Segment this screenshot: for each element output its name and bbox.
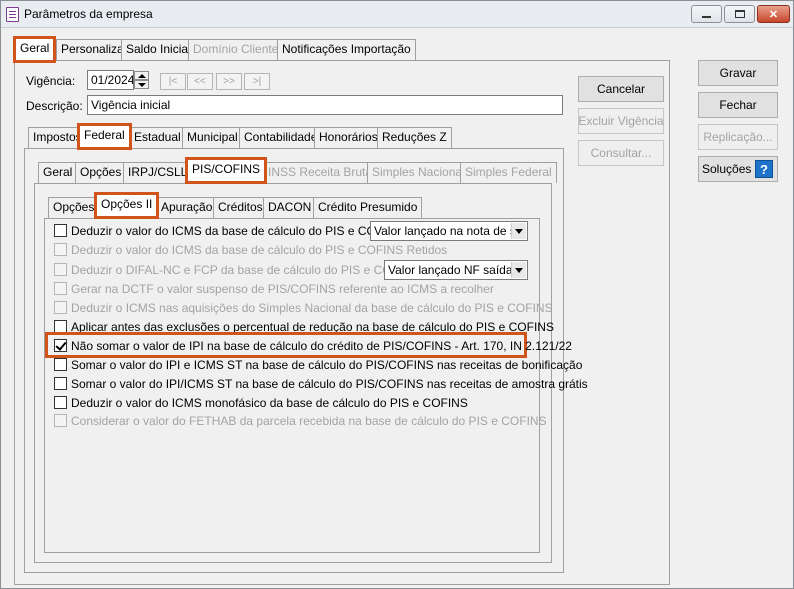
option-deduzir-difal[interactable]: Deduzir o DIFAL-NC e FCP da base de cálc…: [54, 261, 422, 278]
tab-impostos[interactable]: Impostos: [28, 127, 87, 148]
option-label: Considerar o valor do FETHAB da parcela …: [71, 413, 547, 428]
tab-apuracao[interactable]: Apuração: [156, 197, 218, 218]
deduzir-difal-select[interactable]: Valor lançado NF saída/d: [384, 260, 528, 280]
help-icon[interactable]: ?: [755, 160, 773, 178]
tab-geral[interactable]: Geral: [12, 36, 57, 63]
replicacao-button[interactable]: Replicação...: [698, 124, 778, 150]
tab-contabilidade[interactable]: Contabilidade: [239, 127, 323, 148]
chevron-down-icon: [511, 223, 526, 239]
deduzir-icms-select[interactable]: Valor lançado na nota de saí: [370, 221, 528, 241]
minimize-icon: [702, 16, 711, 18]
next-button[interactable]: >>: [216, 73, 242, 90]
checkbox[interactable]: [54, 243, 67, 256]
fechar-button[interactable]: Fechar: [698, 92, 778, 118]
cancelar-button[interactable]: Cancelar: [578, 76, 664, 102]
option-aplicar-reducao[interactable]: Aplicar antes das exclusões o percentual…: [54, 318, 554, 335]
option-somar-ipi-amostra[interactable]: Somar o valor do IPI/ICMS ST na base de …: [54, 375, 588, 392]
option-label: Somar o valor do IPI e ICMS ST na base d…: [71, 357, 583, 372]
gravar-button[interactable]: Gravar: [698, 60, 778, 86]
checkbox[interactable]: [54, 320, 67, 333]
tab-federal-geral[interactable]: Geral: [38, 162, 78, 183]
checkbox[interactable]: [54, 301, 67, 314]
tab-simples-federal[interactable]: Simples Federal: [460, 162, 557, 183]
select-value: Valor lançado NF saída/d: [388, 263, 523, 277]
option-somar-ipi-bonificacao[interactable]: Somar o valor do IPI e ICMS ST na base d…: [54, 356, 582, 373]
option-deduzir-icms-monofasico[interactable]: Deduzir o valor do ICMS monofásico da ba…: [54, 394, 468, 411]
option-label: Deduzir o ICMS nas aquisições do Simples…: [71, 300, 553, 315]
descricao-input[interactable]: Vigência inicial: [87, 95, 563, 115]
option-deduzir-icms[interactable]: Deduzir o valor do ICMS da base de cálcu…: [54, 222, 407, 239]
descricao-label: Descrição:: [26, 99, 83, 113]
tab-municipal[interactable]: Municipal: [182, 127, 243, 148]
checkbox[interactable]: [54, 263, 67, 276]
minimize-button[interactable]: [691, 5, 722, 23]
tab-dominio-cliente[interactable]: Domínio Cliente: [188, 39, 284, 60]
vigencia-input[interactable]: 01/2024: [87, 70, 134, 90]
tab-pis-cofins[interactable]: PIS/COFINS: [184, 157, 268, 184]
tab-dacon[interactable]: DACON: [263, 197, 317, 218]
tab-federal[interactable]: Federal: [77, 123, 132, 150]
tab-notificacoes-importacao[interactable]: Notificações Importação: [277, 39, 416, 60]
tab-opcoes[interactable]: Opções: [48, 197, 100, 218]
tab-irpj-csll[interactable]: IRPJ/CSLL: [123, 162, 193, 183]
first-button[interactable]: |<: [160, 73, 186, 90]
previous-button[interactable]: <<: [187, 73, 213, 90]
close-button[interactable]: ✕: [757, 5, 790, 23]
checkbox[interactable]: [54, 396, 67, 409]
window-title: Parâmetros da empresa: [24, 7, 153, 21]
option-deduzir-icms-simples[interactable]: Deduzir o ICMS nas aquisições do Simples…: [54, 299, 553, 316]
document-icon: [6, 7, 19, 22]
checkbox[interactable]: [54, 414, 67, 427]
maximize-icon: [734, 10, 745, 18]
option-label: Não somar o valor de IPI na base de cálc…: [71, 338, 572, 353]
checkbox[interactable]: [54, 358, 67, 371]
tab-estadual[interactable]: Estadual: [129, 127, 186, 148]
option-considerar-fethab[interactable]: Considerar o valor do FETHAB da parcela …: [54, 412, 547, 429]
tab-reducoes-z[interactable]: Reduções Z: [377, 127, 452, 148]
option-gerar-dctf[interactable]: Gerar na DCTF o valor suspenso de PIS/CO…: [54, 280, 494, 297]
chevron-down-icon: [511, 262, 526, 278]
option-label: Somar o valor do IPI/ICMS ST na base de …: [71, 376, 588, 391]
checkbox[interactable]: [54, 224, 67, 237]
tab-personaliza[interactable]: Personaliza: [56, 39, 129, 60]
checkbox[interactable]: [54, 377, 67, 390]
tab-federal-opcoes[interactable]: Opções: [75, 162, 127, 183]
close-icon: ✕: [768, 8, 779, 21]
title-bar: Parâmetros da empresa ✕: [1, 1, 793, 28]
checkbox-checked[interactable]: [54, 339, 67, 352]
option-label: Deduzir o valor do ICMS da base de cálcu…: [71, 223, 407, 238]
vigencia-spin-down[interactable]: [134, 80, 149, 89]
consultar-button[interactable]: Consultar...: [578, 140, 664, 166]
option-label: Aplicar antes das exclusões o percentual…: [71, 319, 554, 334]
tab-simples-nacional[interactable]: Simples Nacional: [367, 162, 470, 183]
tab-credito-presumido[interactable]: Crédito Presumido: [313, 197, 423, 218]
option-nao-somar-ipi[interactable]: Não somar o valor de IPI na base de cálc…: [54, 337, 572, 354]
option-deduzir-icms-retidos[interactable]: Deduzir o valor do ICMS da base de cálcu…: [54, 241, 447, 258]
parametros-empresa-window: Parâmetros da empresa ✕ Geral Personaliz…: [0, 0, 794, 589]
last-button[interactable]: >|: [244, 73, 270, 90]
tab-opcoes-ii[interactable]: Opções II: [93, 192, 160, 219]
vigencia-spin-up[interactable]: [134, 71, 149, 80]
tab-honorarios[interactable]: Honorários: [314, 127, 383, 148]
select-value: Valor lançado na nota de saí: [374, 224, 526, 238]
option-label: Deduzir o valor do ICMS da base de cálcu…: [71, 242, 448, 257]
solucoes-label: Soluções: [702, 162, 752, 176]
option-label: Deduzir o DIFAL-NC e FCP da base de cálc…: [71, 262, 423, 277]
tab-saldo-inicial[interactable]: Saldo Inicial: [121, 39, 196, 60]
vigencia-label: Vigência:: [26, 74, 76, 88]
option-label: Gerar na DCTF o valor suspenso de PIS/CO…: [71, 281, 494, 296]
option-label: Deduzir o valor do ICMS monofásico da ba…: [71, 395, 468, 410]
maximize-button[interactable]: [724, 5, 755, 23]
tab-inss-receita-bruta[interactable]: INSS Receita Bruta: [263, 162, 378, 183]
excluir-vigencia-button[interactable]: Excluir Vigência: [578, 108, 664, 134]
checkbox[interactable]: [54, 282, 67, 295]
tab-creditos[interactable]: Créditos: [213, 197, 268, 218]
